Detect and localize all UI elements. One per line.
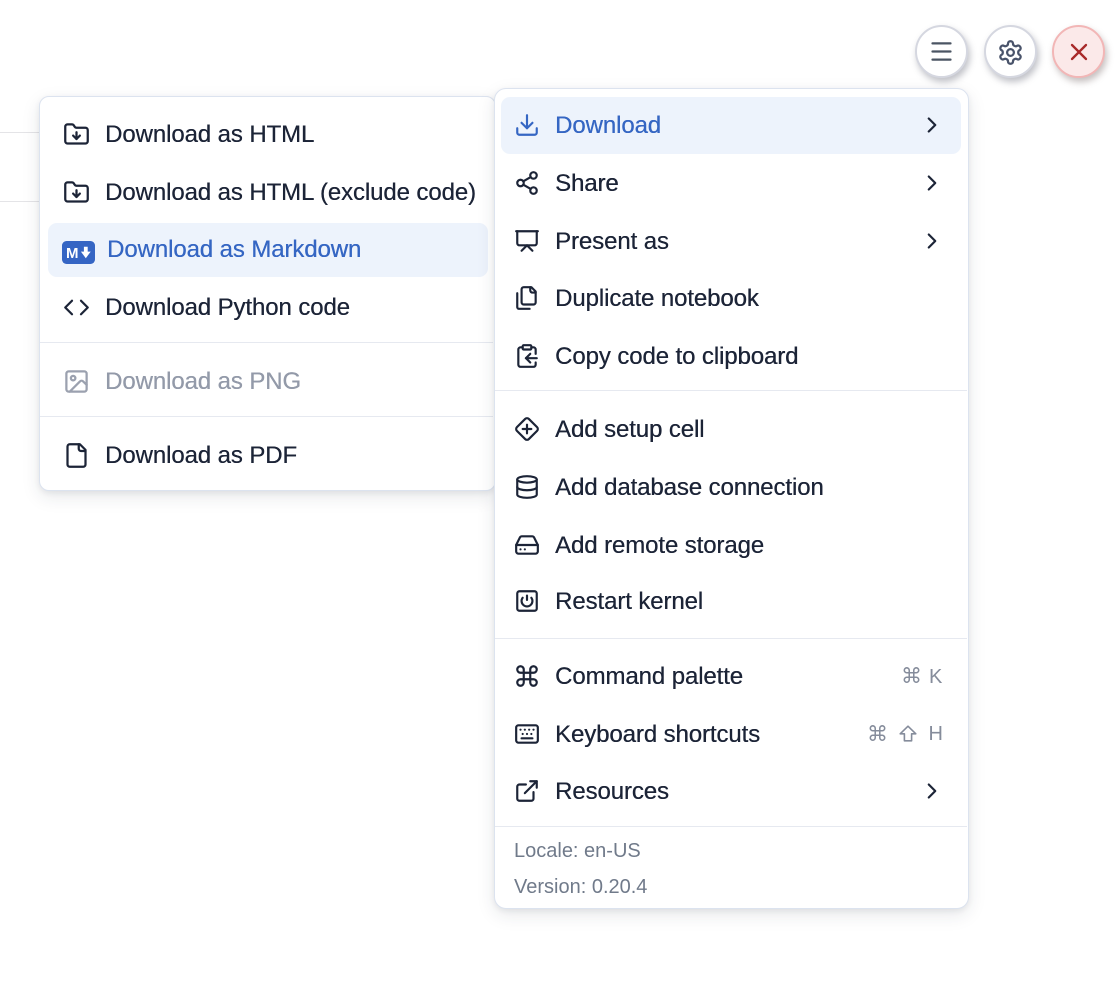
svg-text:M: M	[66, 245, 79, 262]
